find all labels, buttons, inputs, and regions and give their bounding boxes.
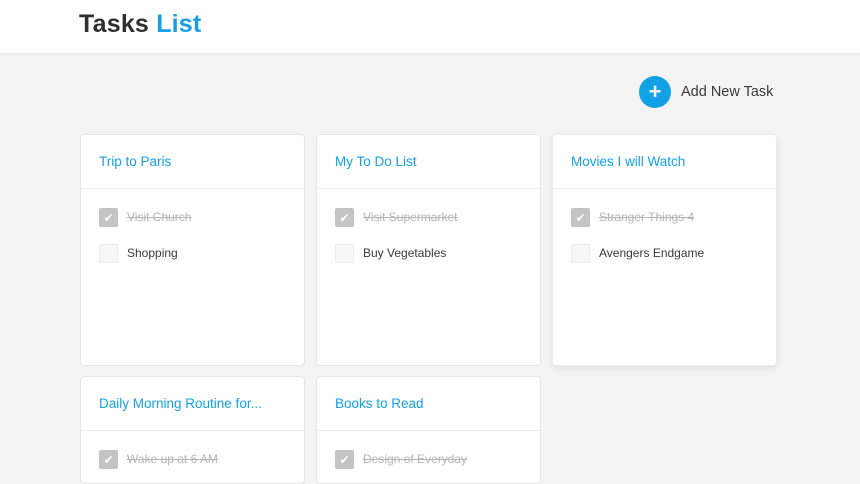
task-label: Buy Vegetables xyxy=(363,246,447,260)
unchecked-checkbox[interactable] xyxy=(571,244,590,263)
app-header: Tasks List xyxy=(0,0,860,53)
checked-checkbox[interactable]: ✔ xyxy=(99,208,118,227)
card-title[interactable]: Movies I will Watch xyxy=(571,154,685,169)
app-title-tasks: Tasks xyxy=(79,10,150,38)
plus-icon[interactable]: + xyxy=(639,76,671,108)
task-label: Shopping xyxy=(127,246,178,260)
card-header: Daily Morning Routine for... xyxy=(81,377,304,431)
app-title: Tasks List xyxy=(79,8,201,40)
task-item[interactable]: Buy Vegetables xyxy=(317,244,540,280)
task-label: Visit Church xyxy=(127,210,192,224)
task-list-card[interactable]: Movies I will Watch ✔ Stranger Things 4 … xyxy=(552,134,777,366)
card-body: ✔ Design of Everyday xyxy=(317,431,540,483)
card-body: ✔ Wake up at 6 AM xyxy=(81,431,304,483)
card-body: ✔ Visit Supermarket Buy Vegetables xyxy=(317,189,540,280)
task-label: Avengers Endgame xyxy=(599,246,705,260)
add-new-task-label[interactable]: Add New Task xyxy=(681,84,773,100)
task-label: Wake up at 6 AM xyxy=(127,452,218,466)
unchecked-checkbox[interactable] xyxy=(99,244,118,263)
task-item[interactable]: ✔ Stranger Things 4 xyxy=(553,208,776,244)
task-item[interactable]: ✔ Design of Everyday xyxy=(317,450,540,483)
task-item[interactable]: Shopping xyxy=(81,244,304,280)
card-header: Movies I will Watch xyxy=(553,135,776,189)
task-item[interactable]: ✔ Visit Church xyxy=(81,208,304,244)
task-label: Stranger Things 4 xyxy=(599,210,695,224)
card-body: ✔ Stranger Things 4 Avengers Endgame xyxy=(553,189,776,280)
unchecked-checkbox[interactable] xyxy=(335,244,354,263)
checked-checkbox[interactable]: ✔ xyxy=(335,450,354,469)
app-title-list: List xyxy=(156,10,202,38)
checked-checkbox[interactable]: ✔ xyxy=(571,208,590,227)
task-list-card[interactable]: Books to Read ✔ Design of Everyday xyxy=(316,376,541,484)
task-item[interactable]: Avengers Endgame xyxy=(553,244,776,280)
card-title[interactable]: Daily Morning Routine for... xyxy=(99,396,262,411)
card-header: My To Do List xyxy=(317,135,540,189)
task-item[interactable]: ✔ Wake up at 6 AM xyxy=(81,450,304,483)
task-list-card[interactable]: Daily Morning Routine for... ✔ Wake up a… xyxy=(80,376,305,484)
card-title[interactable]: My To Do List xyxy=(335,154,417,169)
task-label: Visit Supermarket xyxy=(363,210,458,224)
add-new-task-button[interactable]: + Add New Task xyxy=(639,76,773,108)
task-list-card[interactable]: Trip to Paris ✔ Visit Church Shopping xyxy=(80,134,305,366)
checked-checkbox[interactable]: ✔ xyxy=(99,450,118,469)
card-title[interactable]: Books to Read xyxy=(335,396,424,411)
card-body: ✔ Visit Church Shopping xyxy=(81,189,304,280)
card-header: Trip to Paris xyxy=(81,135,304,189)
card-title[interactable]: Trip to Paris xyxy=(99,154,171,169)
task-list-card[interactable]: My To Do List ✔ Visit Supermarket Buy Ve… xyxy=(316,134,541,366)
task-label: Design of Everyday xyxy=(363,452,468,466)
checked-checkbox[interactable]: ✔ xyxy=(335,208,354,227)
card-header: Books to Read xyxy=(317,377,540,431)
task-item[interactable]: ✔ Visit Supermarket xyxy=(317,208,540,244)
